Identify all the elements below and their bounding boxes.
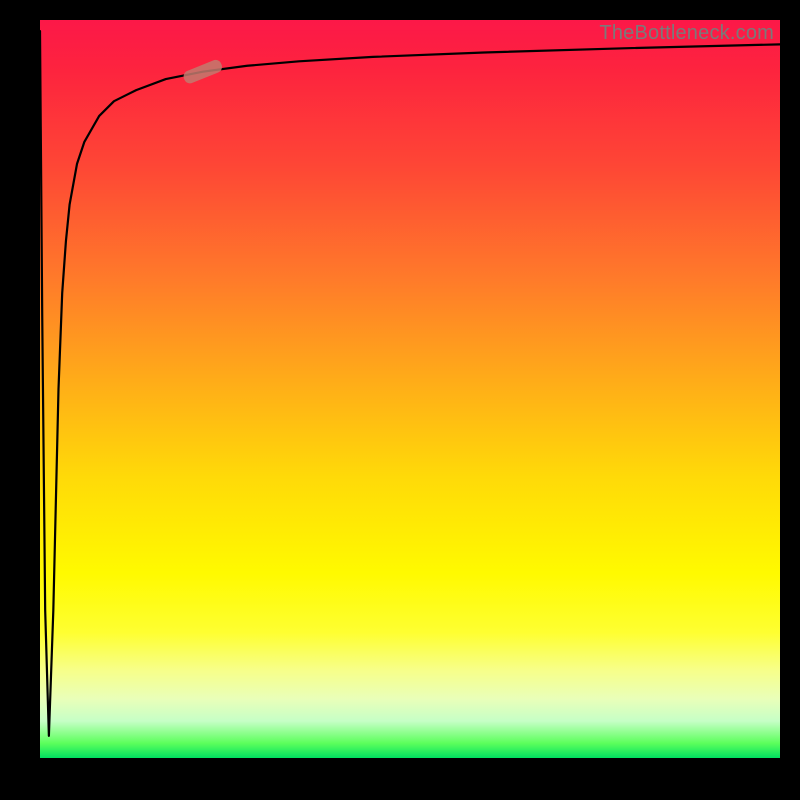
curve-svg (40, 20, 780, 758)
curve-marker (182, 58, 224, 85)
chart-frame: TheBottleneck.com (0, 0, 800, 800)
bottleneck-curve-path (40, 31, 780, 736)
plot-area: TheBottleneck.com (40, 20, 780, 758)
